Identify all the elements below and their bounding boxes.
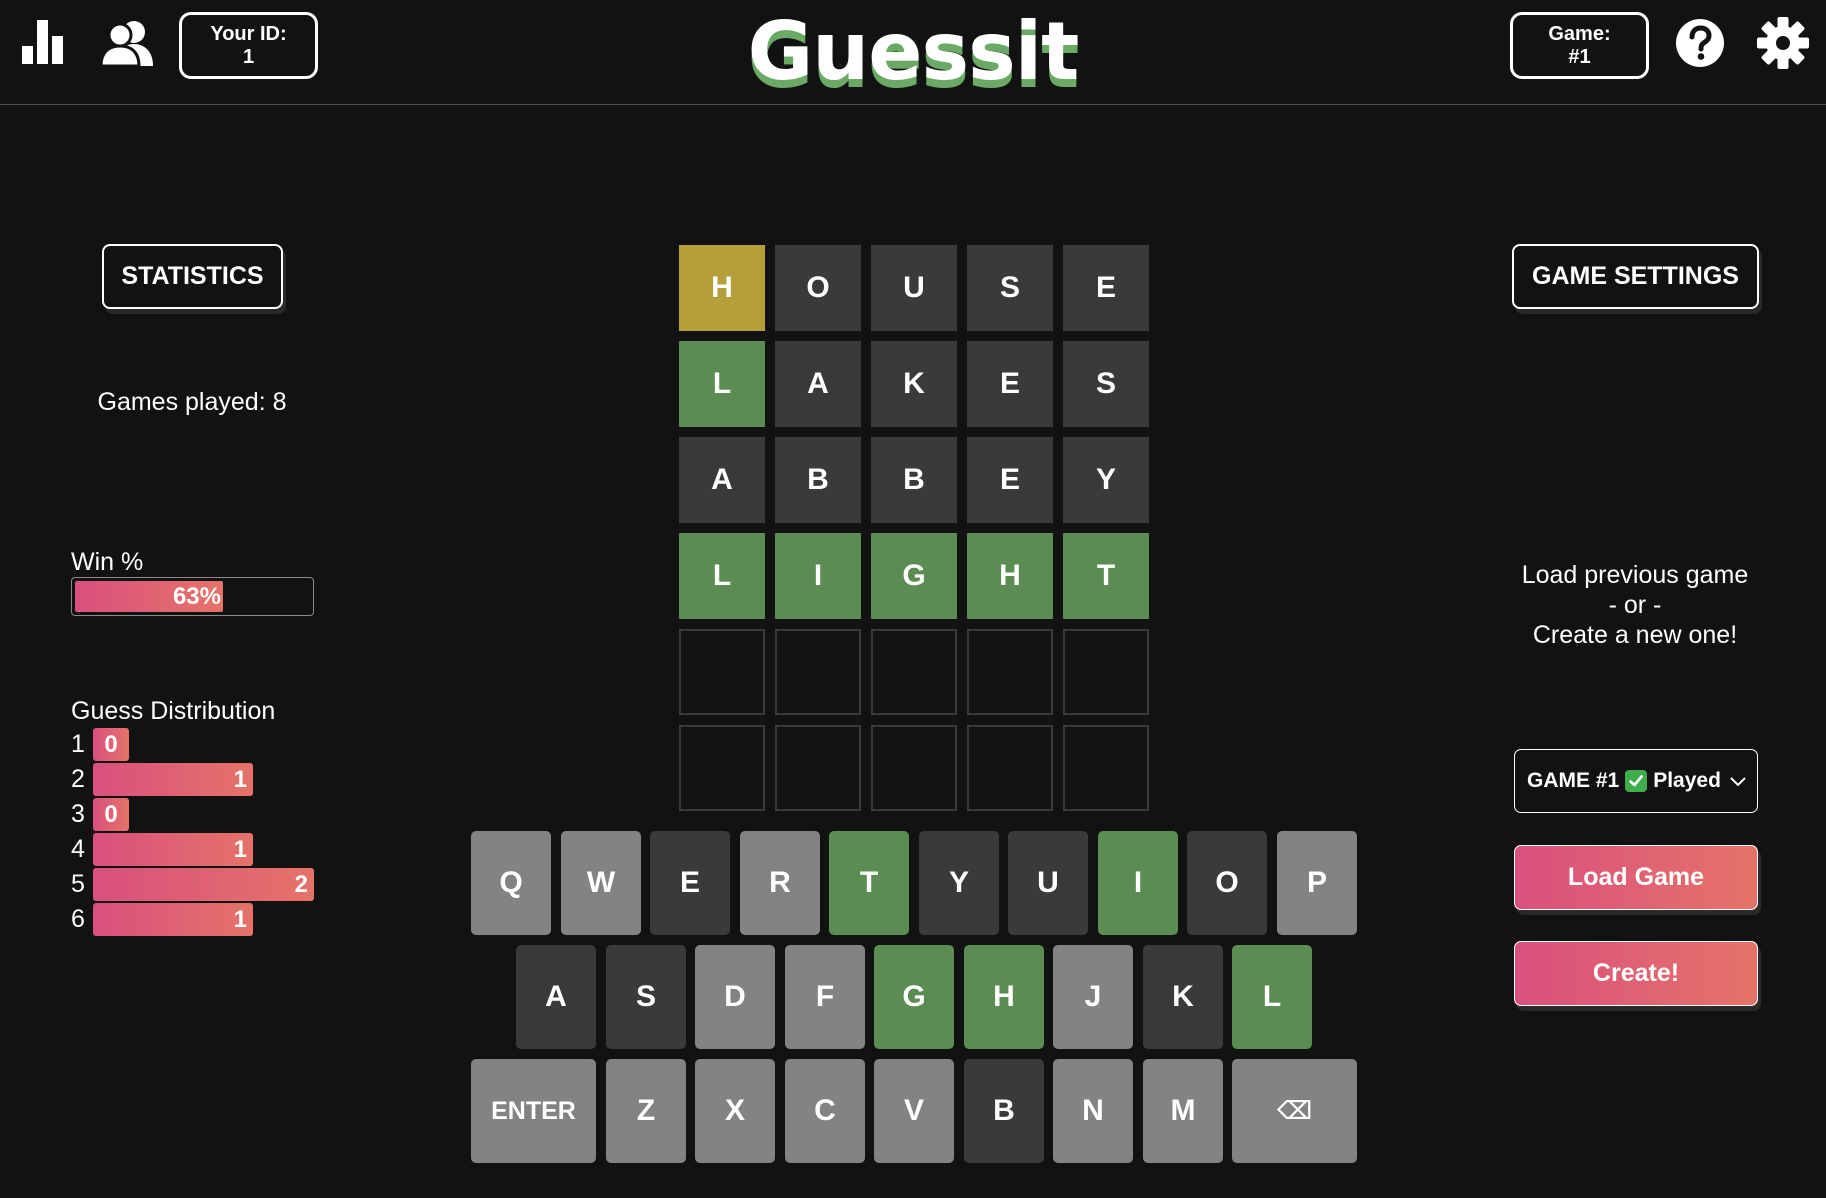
key-s[interactable]: S (606, 945, 686, 1049)
board-tile: Y (1063, 437, 1149, 523)
board-tile: I (775, 533, 861, 619)
key-c[interactable]: C (785, 1059, 865, 1163)
load-text-line-1: Load previous game (1521, 561, 1749, 589)
board-tile-empty (679, 725, 765, 811)
win-percent-track: 63% (71, 577, 314, 616)
key-y[interactable]: Y (919, 831, 999, 935)
board-tile: A (679, 437, 765, 523)
key-b[interactable]: B (964, 1059, 1044, 1163)
key-n[interactable]: N (1053, 1059, 1133, 1163)
key-e[interactable]: E (650, 831, 730, 935)
win-percent-bar: 63% (75, 581, 223, 612)
key-h[interactable]: H (964, 945, 1044, 1049)
chevron-down-icon (1729, 772, 1747, 790)
distribution-guess-number: 6 (71, 905, 85, 933)
key-x[interactable]: X (695, 1059, 775, 1163)
game-number-badge: Game: #1 (1510, 12, 1649, 79)
key-j[interactable]: J (1053, 945, 1133, 1049)
board-tile: L (679, 533, 765, 619)
board-tile-empty (871, 629, 957, 715)
distribution-bar: 0 (93, 798, 129, 831)
backspace-key[interactable]: ⌫ (1232, 1059, 1357, 1163)
board-tile: L (679, 341, 765, 427)
key-a[interactable]: A (516, 945, 596, 1049)
create-game-button[interactable]: Create! (1514, 941, 1758, 1006)
help-icon[interactable] (1675, 18, 1725, 68)
board-tile: H (679, 245, 765, 331)
key-u[interactable]: U (1008, 831, 1088, 935)
board-tile: B (775, 437, 861, 523)
game-label: Game: (1548, 22, 1611, 45)
statistics-button[interactable]: STATISTICS (102, 244, 283, 309)
board-tile: S (967, 245, 1053, 331)
board-tile-empty (1063, 725, 1149, 811)
board-tile-empty (967, 725, 1053, 811)
key-v[interactable]: V (874, 1059, 954, 1163)
games-played-text: Games played: 8 (97, 388, 287, 416)
load-or-create-text: Load previous game - or - Create a new o… (1460, 560, 1810, 650)
key-z[interactable]: Z (606, 1059, 686, 1163)
distribution-bar: 0 (93, 728, 129, 761)
distribution-guess-number: 1 (71, 730, 85, 758)
distribution-bar: 2 (93, 868, 314, 901)
board-tile: A (775, 341, 861, 427)
key-w[interactable]: W (561, 831, 641, 935)
enter-key[interactable]: ENTER (471, 1059, 596, 1163)
checkmark-icon (1625, 770, 1648, 792)
key-g[interactable]: G (874, 945, 954, 1049)
game-select-prefix: GAME #1 (1527, 769, 1620, 792)
distribution-guess-number: 4 (71, 835, 85, 863)
board-tile: E (967, 437, 1053, 523)
board-tile-empty (775, 725, 861, 811)
game-select-status: Played (1653, 769, 1721, 792)
distribution-guess-number: 5 (71, 870, 85, 898)
guess-distribution-title: Guess Distribution (71, 697, 276, 725)
board-tile: H (967, 533, 1053, 619)
key-p[interactable]: P (1277, 831, 1357, 935)
load-game-button[interactable]: Load Game (1514, 845, 1758, 910)
distribution-guess-number: 2 (71, 765, 85, 793)
board-tile: E (967, 341, 1053, 427)
board-tile: G (871, 533, 957, 619)
board-tile-empty (1063, 629, 1149, 715)
win-percent-label: Win % (71, 548, 144, 576)
game-select-dropdown[interactable]: GAME #1 Played (1514, 749, 1758, 813)
board-tile-empty (679, 629, 765, 715)
game-value: #1 (1568, 45, 1591, 68)
key-r[interactable]: R (740, 831, 820, 935)
key-q[interactable]: Q (471, 831, 551, 935)
board-tile: K (871, 341, 957, 427)
distribution-bar: 1 (93, 833, 253, 866)
key-f[interactable]: F (785, 945, 865, 1049)
load-text-line-2: - or - (1608, 591, 1662, 619)
board-tile: B (871, 437, 957, 523)
key-d[interactable]: D (695, 945, 775, 1049)
board-tile: O (775, 245, 861, 331)
distribution-guess-number: 3 (71, 800, 85, 828)
board-tile: T (1063, 533, 1149, 619)
key-i[interactable]: I (1098, 831, 1178, 935)
board-tile: E (1063, 245, 1149, 331)
board-tile-empty (967, 629, 1053, 715)
key-t[interactable]: T (829, 831, 909, 935)
game-settings-button[interactable]: GAME SETTINGS (1512, 244, 1759, 309)
header-bar: Your ID: 1 Guessit Game: #1 (0, 0, 1826, 105)
app-root: Your ID: 1 Guessit Game: #1 STATISTICS G… (0, 0, 1826, 1198)
key-k[interactable]: K (1143, 945, 1223, 1049)
key-o[interactable]: O (1187, 831, 1267, 935)
key-m[interactable]: M (1143, 1059, 1223, 1163)
load-text-line-3: Create a new one! (1532, 621, 1738, 649)
gear-icon[interactable] (1757, 17, 1809, 69)
distribution-bar: 1 (93, 763, 253, 796)
distribution-bar: 1 (93, 903, 253, 936)
board-tile-empty (775, 629, 861, 715)
board-tile-empty (871, 725, 957, 811)
key-l[interactable]: L (1232, 945, 1312, 1049)
board-tile: S (1063, 341, 1149, 427)
board-tile: U (871, 245, 957, 331)
